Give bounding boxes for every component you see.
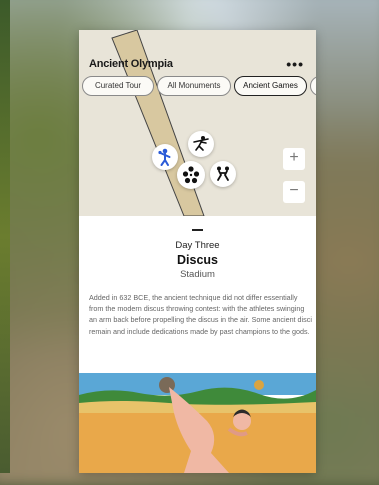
event-description: Added in 632 BCE, the ancient technique …	[89, 293, 312, 336]
javelin-icon[interactable]	[188, 131, 214, 157]
category-tabs: Curated Tour All Monuments Ancient Games	[82, 76, 316, 96]
zoom-out-button[interactable]: −	[283, 181, 305, 203]
detail-sheet: Day Three Discus Stadium Added in 632 BC…	[79, 216, 316, 473]
tab-overflow[interactable]	[310, 76, 316, 96]
background-foliage	[0, 0, 10, 473]
tab-ancient-games[interactable]: Ancient Games	[234, 76, 307, 96]
discus-selected-icon[interactable]	[177, 161, 205, 189]
event-venue: Stadium	[180, 269, 215, 280]
event-title: Discus	[177, 253, 218, 267]
boxing-icon[interactable]	[152, 144, 178, 170]
app-screen: Ancient Olympia ••• Curated Tour All Mon…	[79, 30, 316, 473]
tab-all-monuments[interactable]: All Monuments	[157, 76, 231, 96]
event-day: Day Three	[175, 240, 220, 251]
discus-thrower-illustration	[79, 373, 316, 473]
map-view[interactable]: Ancient Olympia ••• Curated Tour All Mon…	[79, 30, 316, 216]
tab-curated-tour[interactable]: Curated Tour	[82, 76, 154, 96]
wrestling-icon[interactable]	[210, 161, 236, 187]
zoom-in-button[interactable]: +	[283, 148, 305, 170]
app-title: Ancient Olympia	[89, 58, 173, 70]
sheet-drag-handle[interactable]	[192, 229, 203, 231]
app-header: Ancient Olympia •••	[79, 56, 316, 74]
more-options-icon[interactable]: •••	[286, 56, 304, 72]
